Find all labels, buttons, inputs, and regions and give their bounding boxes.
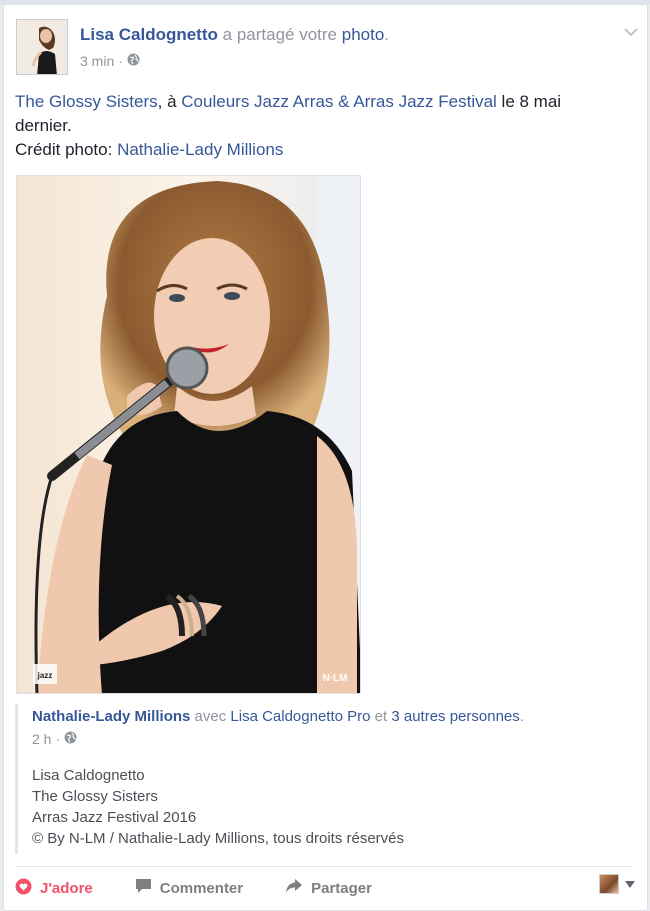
action-divider <box>15 866 633 867</box>
comment-label: Commenter <box>159 879 244 897</box>
globe-icon[interactable] <box>64 731 77 747</box>
meta-separator: · <box>118 53 123 69</box>
desc-line: The Glossy Sisters <box>32 788 158 805</box>
author-name-link[interactable]: Lisa Caldognetto <box>80 25 218 44</box>
timestamp-link[interactable]: 3 min <box>80 53 114 69</box>
shared-period: . <box>519 708 524 725</box>
with-text: avec <box>190 708 231 725</box>
and-text: et <box>370 708 392 725</box>
share-label: Partager <box>311 879 372 897</box>
text-mid1: , à <box>157 92 182 111</box>
desc-line: Arras Jazz Festival 2016 <box>32 809 197 826</box>
couleurs-jazz-link[interactable]: Couleurs Jazz Arras & Arras Jazz Festiva… <box>181 92 497 111</box>
desc-line: © By N-LM / Nathalie-Lady Millions, tous… <box>32 830 405 847</box>
shared-separator: · <box>55 731 61 747</box>
shared-by-line: Nathalie-Lady Millions avec Lisa Caldogn… <box>32 708 625 725</box>
shared-timestamp-link[interactable]: 2 h <box>32 731 51 747</box>
svg-text:N·LM: N·LM <box>323 673 348 684</box>
others-link[interactable]: 3 autres personnes <box>391 708 519 725</box>
tagged-link[interactable]: Lisa Caldognetto Pro <box>230 708 370 725</box>
action-bar: J'adore Commenter Partager <box>15 874 414 902</box>
share-icon <box>285 878 303 898</box>
photo-link[interactable]: photo <box>342 25 385 44</box>
chevron-down-icon[interactable] <box>624 24 638 37</box>
like-label: J'adore <box>40 879 93 897</box>
post-header: Lisa Caldognetto a partagé votre photo. <box>80 25 389 45</box>
credit-link[interactable]: Nathalie-Lady Millions <box>117 140 283 159</box>
globe-icon[interactable] <box>127 53 140 69</box>
caret-down-icon <box>625 875 635 893</box>
desc-line: Lisa Caldognetto <box>32 767 145 784</box>
actor-selector[interactable] <box>599 874 635 894</box>
comment-icon <box>135 878 152 898</box>
heart-icon <box>15 878 32 899</box>
post-meta: 3 min · <box>80 53 140 69</box>
glossy-sisters-link[interactable]: The Glossy Sisters <box>15 92 158 111</box>
shared-description: Lisa Caldognetto The Glossy Sisters Arra… <box>32 765 625 849</box>
share-button[interactable]: Partager <box>285 878 372 898</box>
shared-meta: 2 h · <box>32 731 625 747</box>
post-text: The Glossy Sisters, à Couleurs Jazz Arra… <box>15 90 615 162</box>
actor-avatar <box>599 874 619 894</box>
like-button[interactable]: J'adore <box>15 878 93 899</box>
comment-button[interactable]: Commenter <box>135 878 243 898</box>
svg-text:jazz: jazz <box>37 671 53 680</box>
author-avatar[interactable] <box>16 19 68 75</box>
post-photo[interactable]: jazz N·LM <box>16 175 361 694</box>
action-text: a partagé votre <box>222 25 337 44</box>
credit-label: Crédit photo: <box>15 140 118 159</box>
header-period: . <box>384 25 390 44</box>
shared-owner-link[interactable]: Nathalie-Lady Millions <box>32 708 190 725</box>
shared-attribution: Nathalie-Lady Millions avec Lisa Caldogn… <box>15 704 625 854</box>
